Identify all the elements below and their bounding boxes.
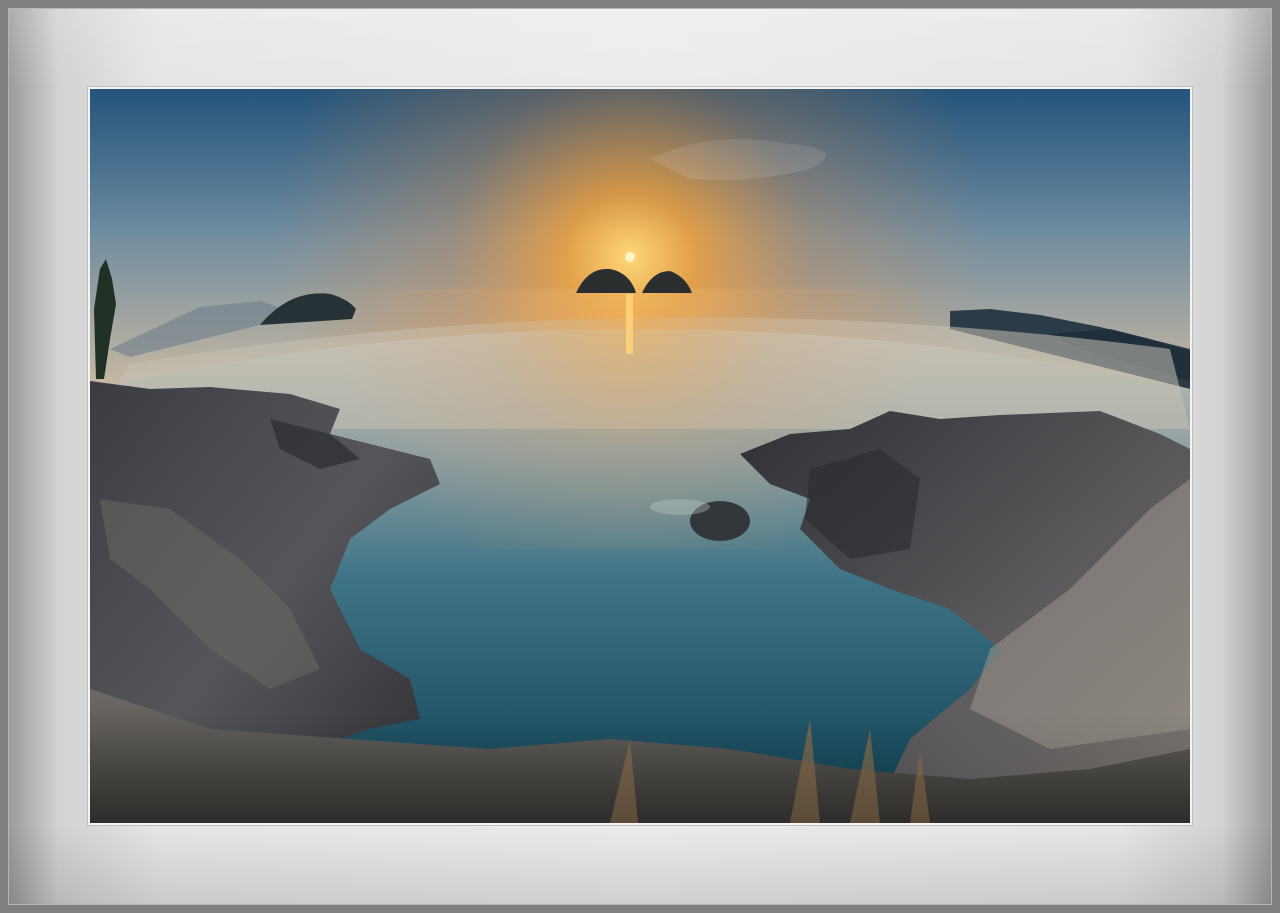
seascape-photo	[90, 89, 1190, 823]
photo-border	[88, 87, 1192, 825]
vignette	[90, 89, 1190, 823]
photo-mat	[8, 8, 1272, 905]
picture-frame	[0, 0, 1280, 913]
